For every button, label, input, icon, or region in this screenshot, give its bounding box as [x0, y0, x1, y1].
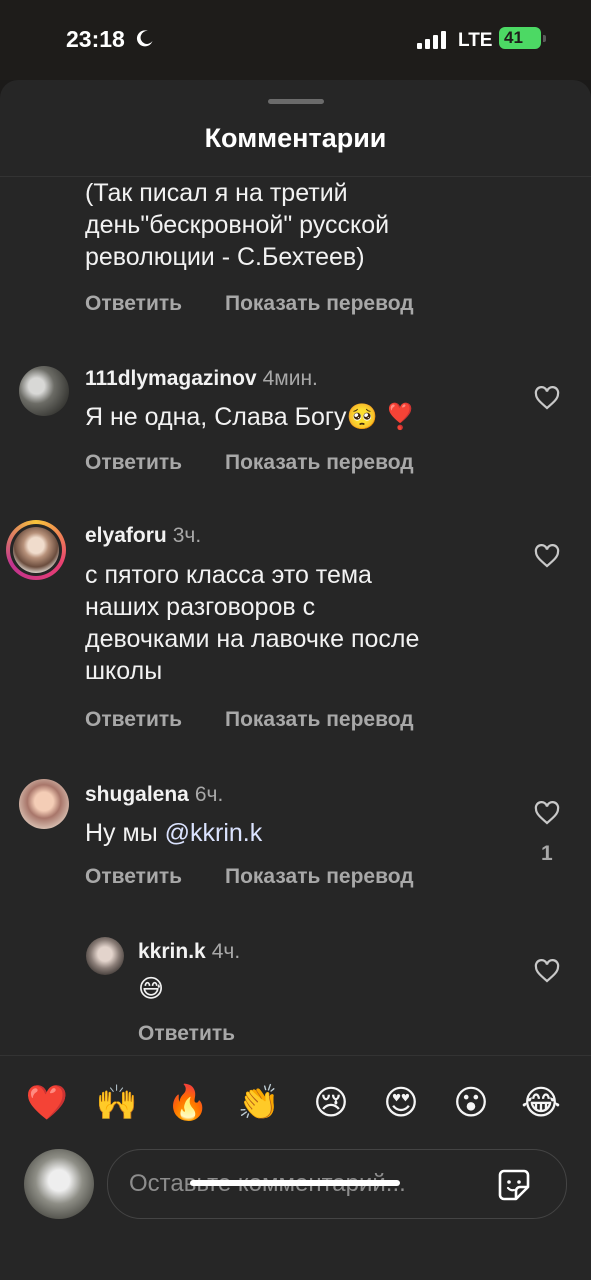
comment-time: 3ч.	[172, 524, 202, 547]
comment-text-line: революции - С.Бехтеев)	[85, 243, 365, 271]
comment-text-line: девочками на лавочке после	[85, 625, 420, 653]
avatar[interactable]	[19, 779, 69, 829]
reaction-raised-hands[interactable]: 🙌	[95, 1083, 139, 1123]
comment-time: 6ч.	[194, 783, 224, 806]
reaction-heart[interactable]: ❤️	[25, 1083, 69, 1123]
comment-text-line: наших разговоров с	[85, 593, 316, 621]
reactions-divider	[0, 1055, 591, 1056]
comment-username[interactable]: shugalena 6ч.	[85, 783, 223, 807]
comment-text-line: с пятого класса это тема	[85, 561, 372, 589]
heart-icon[interactable]	[534, 959, 560, 983]
comment-username[interactable]: kkrin.k 4ч.	[138, 940, 240, 964]
reaction-fire[interactable]: 🔥	[166, 1083, 210, 1123]
network-label: LTE	[458, 30, 493, 51]
reply-button[interactable]: Ответить	[85, 451, 182, 475]
reaction-laughing[interactable]: 😂	[519, 1083, 563, 1123]
reply-button[interactable]: Ответить	[85, 292, 182, 316]
moon-icon	[136, 30, 153, 47]
signal-icon	[417, 31, 446, 49]
reply-button[interactable]: Ответить	[85, 865, 182, 889]
comments-sheet: Комментарии (Так писал я на третий день"…	[0, 80, 591, 1280]
comment-username[interactable]: elyaforu 3ч.	[85, 524, 201, 548]
battery-icon: 41	[499, 27, 541, 49]
avatar	[13, 527, 59, 573]
like-count: 1	[541, 842, 553, 865]
avatar-story-ring[interactable]	[6, 520, 66, 580]
reply-button[interactable]: Ответить	[85, 708, 182, 732]
status-bar: 23:18 LTE 41	[0, 0, 591, 80]
reaction-heart-eyes[interactable]: 😍	[379, 1083, 423, 1123]
mention-link[interactable]: @kkrin.k	[165, 819, 263, 847]
comment-username[interactable]: 111dlymagazinov 4мин.	[85, 367, 318, 391]
battery-level: 41	[504, 28, 523, 47]
reaction-surprised[interactable]: 😮	[449, 1083, 493, 1123]
sheet-grabber[interactable]	[268, 99, 324, 104]
sheet-title: Комментарии	[204, 123, 387, 153]
reaction-crying[interactable]: 😢	[309, 1083, 353, 1123]
show-translation-button[interactable]: Показать перевод	[225, 708, 414, 732]
avatar[interactable]	[86, 937, 124, 975]
avatar[interactable]	[19, 366, 69, 416]
comment-time: 4ч.	[211, 940, 241, 963]
home-indicator[interactable]	[190, 1180, 400, 1186]
reply-button[interactable]: Ответить	[138, 1022, 235, 1046]
show-translation-button[interactable]: Показать перевод	[225, 292, 414, 316]
heart-icon[interactable]	[534, 386, 560, 410]
heart-icon[interactable]	[534, 801, 560, 825]
heart-icon[interactable]	[534, 544, 560, 568]
comment-text-line: (Так писал я на третий	[85, 179, 348, 207]
status-time: 23:18	[66, 26, 125, 52]
comment-text-line: день"бескровной" русской	[85, 211, 390, 239]
comment-text-line: школы	[85, 657, 163, 685]
sticker-icon[interactable]	[496, 1167, 532, 1203]
comment-time: 4мин.	[262, 367, 318, 390]
reaction-clap[interactable]: 👏	[237, 1083, 281, 1123]
comment-text: 😅	[138, 975, 165, 1003]
current-user-avatar	[24, 1149, 94, 1219]
show-translation-button[interactable]: Показать перевод	[225, 865, 414, 889]
comment-text: Ну мы @kkrin.k	[85, 819, 263, 847]
show-translation-button[interactable]: Показать перевод	[225, 451, 414, 475]
comment-text: Я не одна, Слава Богу🥺 ❣️	[85, 403, 416, 431]
battery-tip	[543, 35, 546, 42]
